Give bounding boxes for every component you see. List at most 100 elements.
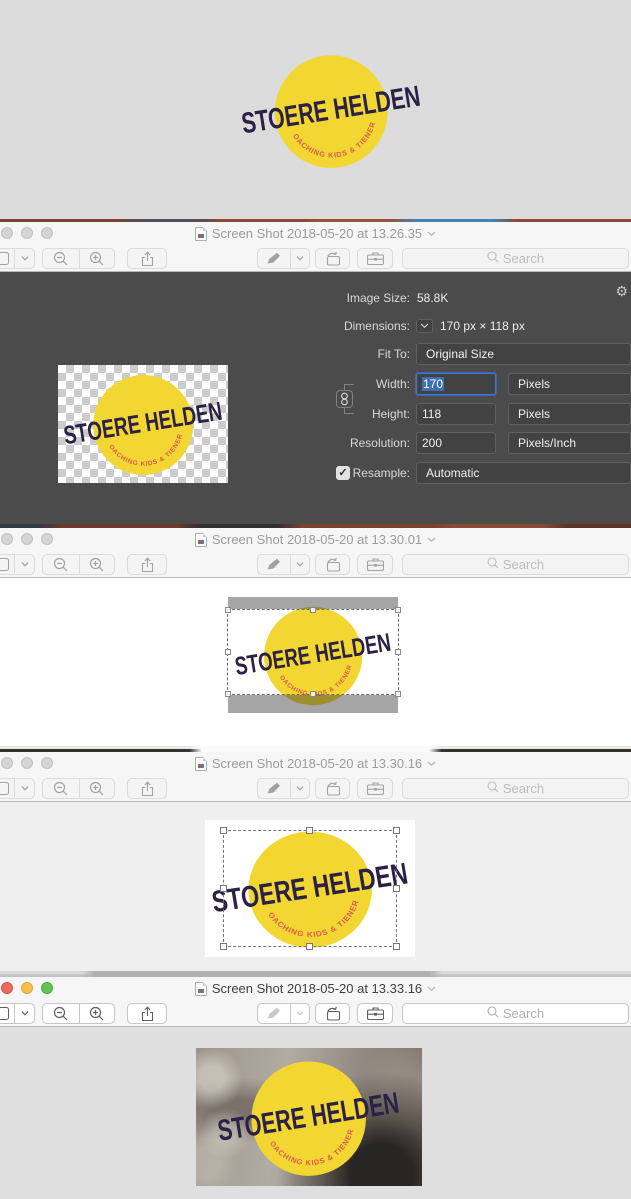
titlebar[interactable]: Screen Shot 2018-05-20 at 13.33.16 <box>0 977 631 1000</box>
height-input[interactable]: 118 <box>416 403 496 425</box>
rotate-button[interactable] <box>315 554 350 575</box>
markup-chevron-icon[interactable] <box>289 555 309 574</box>
selection-handle[interactable] <box>395 691 401 697</box>
search-placeholder: Search <box>502 1006 545 1021</box>
search-input[interactable]: Search <box>402 248 629 269</box>
search-input[interactable]: Search <box>402 1003 629 1024</box>
sidebar-toggle-icon[interactable] <box>0 1004 14 1023</box>
resample-row: ✓ Resample: Automatic <box>0 462 631 484</box>
zoom-out-button[interactable] <box>43 779 79 798</box>
markup-pen-button[interactable] <box>258 1004 290 1023</box>
title-chevron-icon[interactable] <box>427 761 436 767</box>
selection-handle[interactable] <box>225 607 231 613</box>
selection-handle[interactable] <box>395 607 401 613</box>
title-chevron-icon[interactable] <box>427 986 436 992</box>
zoom-group <box>42 778 115 799</box>
zoom-group <box>42 1003 115 1024</box>
fit-to-dropdown[interactable]: Original Size <box>416 343 631 365</box>
selection-handle[interactable] <box>310 691 316 697</box>
rotate-button[interactable] <box>315 1003 350 1024</box>
resample-dropdown[interactable]: Automatic <box>416 462 631 484</box>
width-input[interactable]: 170 <box>416 373 496 395</box>
zoom-out-button[interactable] <box>43 555 79 574</box>
share-button[interactable] <box>127 248 167 269</box>
selection-handle[interactable] <box>393 943 400 950</box>
share-button[interactable] <box>127 1003 167 1024</box>
window-title-group: Screen Shot 2018-05-20 at 13.30.16 <box>0 752 631 775</box>
sidebar-toggle-icon[interactable] <box>0 555 14 574</box>
sidebar-toggle-icon[interactable] <box>0 249 14 268</box>
selection-handle[interactable] <box>225 691 231 697</box>
markup-chevron-icon[interactable] <box>289 1004 309 1023</box>
zoom-in-button[interactable] <box>78 1004 115 1023</box>
toolbar: Search <box>0 1000 631 1027</box>
markup-chevron-icon[interactable] <box>289 249 309 268</box>
selection-marquee[interactable] <box>220 827 400 950</box>
sidebar-chevron-icon[interactable] <box>14 249 34 268</box>
selection-handle[interactable] <box>225 649 231 655</box>
titlebar[interactable]: Screen Shot 2018-05-20 at 13.26.35 <box>0 222 631 245</box>
markup-toolbox-button[interactable] <box>357 248 393 269</box>
zoom-out-button[interactable] <box>43 1004 79 1023</box>
sidebar-toggle-icon[interactable] <box>0 779 14 798</box>
photo-image-preview[interactable]: STOERE HELDEN COACHING KIDS & TIENERS <box>196 1048 422 1186</box>
selection-handle[interactable] <box>395 649 401 655</box>
search-input[interactable]: Search <box>402 554 629 575</box>
resolution-unit-dropdown[interactable]: Pixels/Inch <box>508 432 631 454</box>
markup-chevron-icon[interactable] <box>289 779 309 798</box>
unselected-dim-bottom <box>228 695 398 713</box>
preview-window-1: Screen Shot 2018-05-20 at 13.26.35 Searc… <box>0 222 631 524</box>
image-canvas: STOERE HELDEN COACHING KIDS & TIENERS <box>0 802 631 971</box>
rotate-button[interactable] <box>315 778 350 799</box>
title-chevron-icon[interactable] <box>427 537 436 543</box>
titlebar[interactable]: Screen Shot 2018-05-20 at 13.30.16 <box>0 752 631 775</box>
dimensions-disclosure-icon[interactable] <box>416 319 433 333</box>
selection-handle[interactable] <box>220 884 227 892</box>
markup-toolbox-button[interactable] <box>357 554 393 575</box>
rotate-button[interactable] <box>315 248 350 269</box>
document-icon <box>194 981 207 996</box>
sidebar-chevron-icon[interactable] <box>14 555 34 574</box>
sidebar-chevron-icon[interactable] <box>14 1004 34 1023</box>
selection-handle[interactable] <box>220 943 227 950</box>
selection-handle[interactable] <box>393 884 400 892</box>
selection-handle[interactable] <box>310 607 316 613</box>
height-label: Height: <box>371 407 410 421</box>
sidebar-chevron-icon[interactable] <box>14 779 34 798</box>
desktop-background: STOERE HELDEN COACHING KIDS & TIENERS <box>0 0 631 219</box>
selection-handle[interactable] <box>306 827 313 834</box>
zoom-in-button[interactable] <box>78 779 115 798</box>
selection-handle[interactable] <box>393 827 400 834</box>
selection-handle[interactable] <box>220 827 227 834</box>
share-button[interactable] <box>127 778 167 799</box>
zoom-out-button[interactable] <box>43 249 79 268</box>
zoom-group <box>42 554 115 575</box>
share-button[interactable] <box>127 554 167 575</box>
image-preview[interactable]: STOERE HELDEN COACHING KIDS & TIENERS <box>205 820 415 957</box>
search-input[interactable]: Search <box>402 778 629 799</box>
width-unit-dropdown[interactable]: Pixels <box>508 373 631 395</box>
markup-toolbox-button[interactable] <box>357 1003 393 1024</box>
image-preview[interactable]: STOERE HELDEN COACHING KIDS & TIENERS <box>225 597 401 713</box>
titlebar[interactable]: Screen Shot 2018-05-20 at 13.30.01 <box>0 528 631 551</box>
zoom-in-button[interactable] <box>78 249 115 268</box>
title-chevron-icon[interactable] <box>427 231 436 237</box>
search-placeholder: Search <box>502 251 545 266</box>
resolution-unit-value: Pixels/Inch <box>518 436 577 450</box>
width-unit-value: Pixels <box>518 377 551 391</box>
resample-value: Automatic <box>426 466 480 480</box>
search-icon <box>487 251 499 266</box>
zoom-in-button[interactable] <box>78 555 115 574</box>
preview-window-4: Screen Shot 2018-05-20 at 13.33.16 Searc… <box>0 977 631 1199</box>
resolution-input[interactable]: 200 <box>416 432 496 454</box>
height-unit-dropdown[interactable]: Pixels <box>508 403 631 425</box>
markup-pen-button[interactable] <box>258 779 290 798</box>
sidebar-toggle-group <box>0 778 35 799</box>
selection-marquee[interactable] <box>225 607 401 697</box>
selection-handle[interactable] <box>306 943 313 950</box>
resolution-label: Resolution: <box>349 436 410 450</box>
image-size-row: Image Size: 58.8K <box>0 290 631 306</box>
markup-pen-button[interactable] <box>258 249 290 268</box>
markup-toolbox-button[interactable] <box>357 778 393 799</box>
markup-pen-button[interactable] <box>258 555 290 574</box>
